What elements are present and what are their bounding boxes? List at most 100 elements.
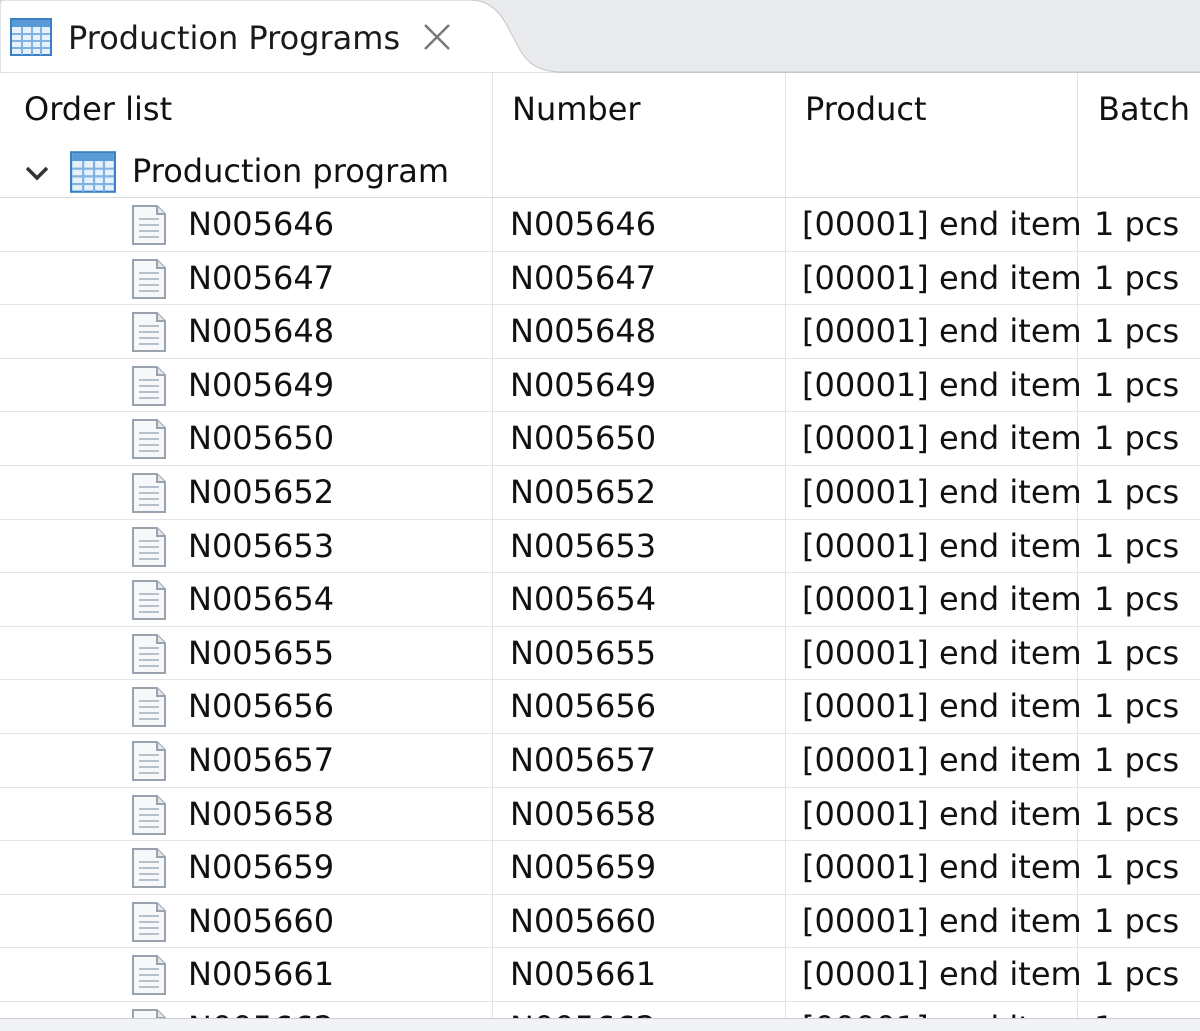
cell-batch-size: 1 pcs	[1094, 794, 1180, 833]
table-row[interactable]: N005650 N005650 [00001] end item 1 pcs	[0, 412, 1200, 466]
editor-tab-strip: Production Programs	[0, 0, 1200, 73]
cell-order: N005661	[188, 955, 335, 994]
cell-number: N005657	[510, 740, 657, 779]
tab-production-programs[interactable]: Production Programs	[0, 0, 500, 72]
cell-order: N005655	[188, 633, 335, 672]
cell-batch-size: 1 pcs	[1094, 365, 1180, 404]
tree-root-production-program[interactable]: Production program	[0, 147, 490, 197]
cell-number: N005649	[510, 365, 657, 404]
order-tree-table: Order list Number Product Batch s Produc…	[0, 73, 1200, 1018]
table-row[interactable]: N005662 N005662 [00001] end item 1 pcs	[0, 1002, 1200, 1018]
cell-order: N005659	[188, 848, 335, 887]
document-icon	[132, 1008, 166, 1018]
table-row[interactable]: N005649 N005649 [00001] end item 1 pcs	[0, 359, 1200, 413]
column-header-product[interactable]: Product	[805, 89, 927, 129]
cell-batch-size: 1 pcs	[1094, 580, 1180, 619]
cell-order: N005649	[188, 365, 335, 404]
table-icon	[10, 18, 52, 56]
cell-number: N005656	[510, 687, 657, 726]
cell-product: [00001] end item	[802, 1008, 1082, 1018]
cell-product: [00001] end item	[802, 740, 1082, 779]
column-header-order-list[interactable]: Order list	[24, 89, 172, 129]
cell-order: N005662	[188, 1008, 334, 1018]
cell-order: N005652	[188, 472, 335, 511]
cell-order: N005646	[188, 205, 335, 243]
close-icon[interactable]	[420, 20, 454, 54]
document-icon	[132, 472, 166, 513]
chevron-down-icon[interactable]	[22, 161, 52, 185]
cell-number: N005660	[510, 901, 657, 940]
view-bottom-edge	[0, 1018, 1200, 1031]
cell-number: N005653	[510, 526, 657, 565]
table-row[interactable]: N005648 N005648 [00001] end item 1 pcs	[0, 305, 1200, 359]
table-header: Order list Number Product Batch s Produc…	[0, 73, 1200, 198]
cell-number: N005646	[510, 205, 657, 243]
table-row[interactable]: N005661 N005661 [00001] end item 1 pcs	[0, 948, 1200, 1002]
table-row[interactable]: N005654 N005654 [00001] end item 1 pcs	[0, 573, 1200, 627]
document-icon	[132, 955, 166, 996]
document-icon	[132, 312, 166, 353]
table-row[interactable]: N005656 N005656 [00001] end item 1 pcs	[0, 680, 1200, 734]
table-row[interactable]: N005657 N005657 [00001] end item 1 pcs	[0, 734, 1200, 788]
cell-order: N005658	[188, 794, 335, 833]
table-body: N005646 N005646 [00001] end item 1 pcs N0056…	[0, 198, 1200, 1018]
table-row[interactable]: N005660 N005660 [00001] end item 1 pcs	[0, 895, 1200, 949]
column-header-batch-size[interactable]: Batch s	[1098, 89, 1200, 129]
table-row[interactable]: N005659 N005659 [00001] end item 1 pcs	[0, 841, 1200, 895]
cell-batch-size: 1 pcs	[1094, 258, 1180, 297]
cell-order: N005657	[188, 740, 335, 779]
table-row[interactable]: N005653 N005653 [00001] end item 1 pcs	[0, 520, 1200, 574]
document-icon	[132, 580, 166, 621]
tab-title: Production Programs	[68, 19, 401, 57]
document-icon	[132, 365, 166, 406]
cell-batch-size: 1 pcs	[1094, 312, 1180, 351]
cell-number: N005662	[510, 1008, 656, 1018]
cell-product: [00001] end item	[802, 312, 1082, 351]
document-icon	[132, 526, 166, 567]
cell-order: N005660	[188, 901, 335, 940]
cell-number: N005650	[510, 419, 657, 458]
cell-order: N005647	[188, 258, 335, 297]
column-header-number[interactable]: Number	[512, 89, 641, 129]
cell-batch-size: 1 pcs	[1094, 955, 1180, 994]
cell-number: N005655	[510, 633, 657, 672]
document-icon	[132, 848, 166, 889]
table-row[interactable]: N005652 N005652 [00001] end item 1 pcs	[0, 466, 1200, 520]
cell-product: [00001] end item	[802, 365, 1082, 404]
table-row[interactable]: N005658 N005658 [00001] end item 1 pcs	[0, 788, 1200, 842]
cell-order: N005653	[188, 526, 335, 565]
cell-order: N005650	[188, 419, 335, 458]
cell-batch-size: 1 pcs	[1094, 472, 1180, 511]
cell-product: [00001] end item	[802, 258, 1082, 297]
cell-product: [00001] end item	[802, 901, 1082, 940]
cell-batch-size: 1 pcs	[1094, 901, 1180, 940]
cell-product: [00001] end item	[802, 794, 1082, 833]
cell-product: [00001] end item	[802, 687, 1082, 726]
document-icon	[132, 740, 166, 781]
cell-product: [00001] end item	[802, 580, 1082, 619]
cell-number: N005652	[510, 472, 657, 511]
cell-batch-size: 1 pcs	[1094, 419, 1180, 458]
cell-product: [00001] end item	[802, 955, 1082, 994]
cell-product: [00001] end item	[802, 419, 1082, 458]
table-row[interactable]: N005646 N005646 [00001] end item 1 pcs	[0, 198, 1200, 252]
tree-root-label: Production program	[132, 152, 450, 190]
document-icon	[132, 794, 166, 835]
table-row[interactable]: N005655 N005655 [00001] end item 1 pcs	[0, 627, 1200, 681]
cell-order: N005656	[188, 687, 335, 726]
cell-product: [00001] end item	[802, 205, 1082, 243]
cell-product: [00001] end item	[802, 472, 1082, 511]
cell-batch-size: 1 pcs	[1094, 848, 1180, 887]
cell-batch-size: 1 pcs	[1094, 740, 1180, 779]
cell-order: N005654	[188, 580, 335, 619]
cell-number: N005648	[510, 312, 657, 351]
cell-product: [00001] end item	[802, 633, 1082, 672]
cell-number: N005661	[510, 955, 657, 994]
table-row[interactable]: N005647 N005647 [00001] end item 1 pcs	[0, 252, 1200, 306]
document-icon	[132, 901, 166, 942]
cell-product: [00001] end item	[802, 526, 1082, 565]
table-icon	[70, 151, 116, 193]
cell-number: N005659	[510, 848, 657, 887]
document-icon	[132, 258, 166, 299]
document-icon	[132, 419, 166, 460]
